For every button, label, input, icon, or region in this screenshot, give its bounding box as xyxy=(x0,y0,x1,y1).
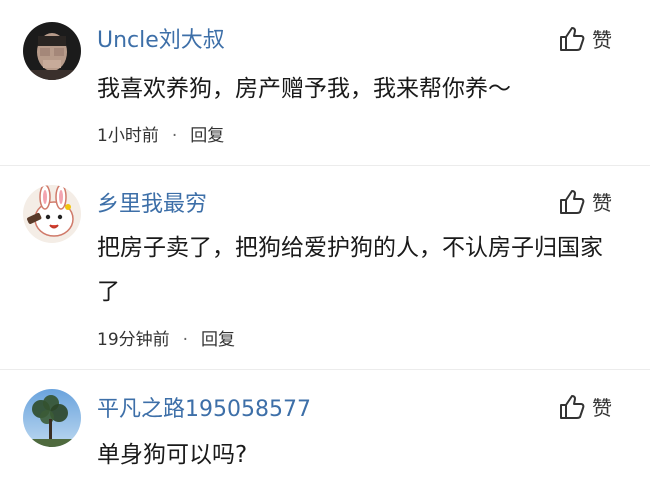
comment-meta: 19分钟前 · 回复 xyxy=(97,325,235,350)
avatar[interactable] xyxy=(23,22,81,80)
reply-button[interactable]: 回复 xyxy=(201,330,235,350)
comment-item: Uncle刘大叔 赞 我喜欢养狗，房产赠予我，我来帮你养～ 1小时前 · 回复 xyxy=(0,0,650,160)
comment-text: 把房子卖了，把狗给爱护狗的人，不认房子归国家了 xyxy=(97,235,603,305)
timestamp: 19分钟前 xyxy=(97,330,170,350)
meta-separator: · xyxy=(182,330,189,350)
like-button[interactable]: 赞 xyxy=(558,187,612,216)
comment-meta: 1小时前 · 回复 xyxy=(97,121,224,146)
avatar[interactable] xyxy=(23,389,81,447)
thumbs-up-icon xyxy=(560,189,585,214)
username[interactable]: 平凡之路195058577 xyxy=(97,391,311,423)
comment-text: 我喜欢养狗，房产赠予我，我来帮你养～ xyxy=(97,76,511,102)
divider xyxy=(0,369,650,370)
like-button[interactable]: 赞 xyxy=(558,24,612,53)
reply-button[interactable]: 回复 xyxy=(190,126,224,146)
thumbs-up-icon xyxy=(560,26,585,51)
like-label: 赞 xyxy=(592,191,612,215)
like-button[interactable]: 赞 xyxy=(558,392,612,421)
divider xyxy=(0,165,650,166)
username[interactable]: Uncle刘大叔 xyxy=(97,22,225,54)
comment-text: 单身狗可以吗? xyxy=(97,442,248,468)
timestamp: 1小时前 xyxy=(97,126,159,146)
thumbs-up-icon xyxy=(560,394,585,419)
meta-separator: · xyxy=(171,126,178,146)
avatar[interactable] xyxy=(23,185,81,243)
username[interactable]: 乡里我最穷 xyxy=(97,186,207,218)
like-label: 赞 xyxy=(592,28,612,52)
like-label: 赞 xyxy=(592,396,612,420)
